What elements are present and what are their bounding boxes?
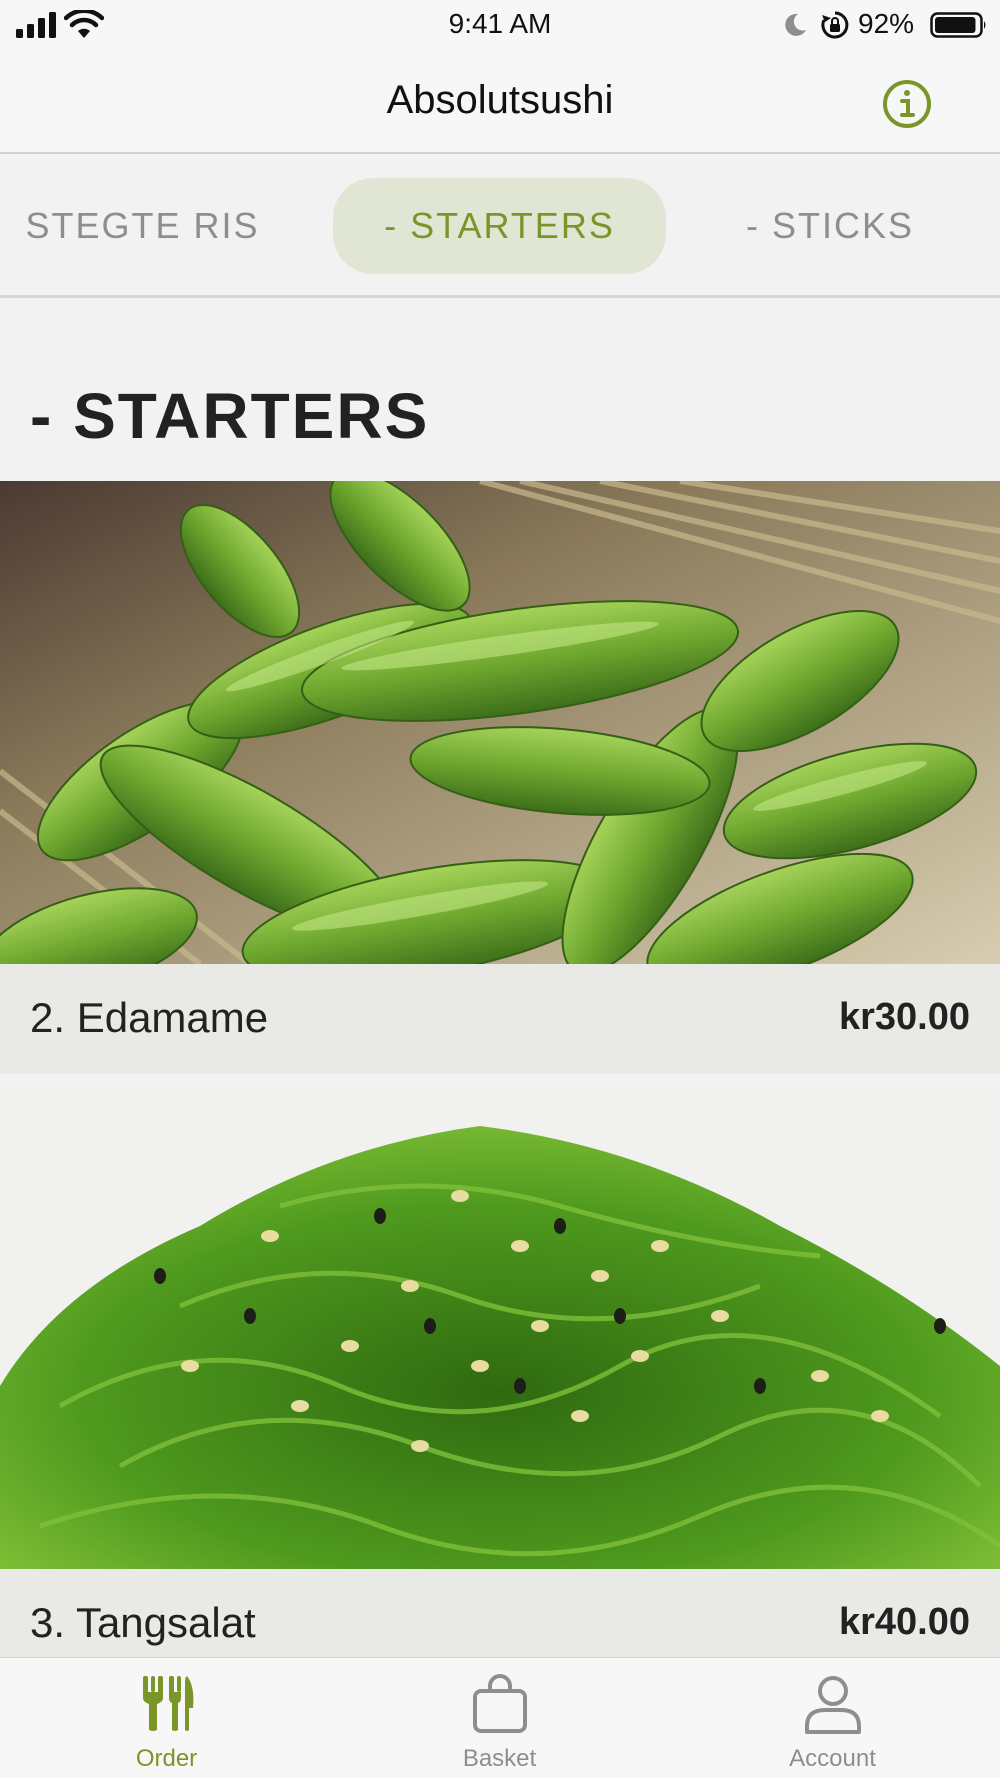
fork-knife-icon — [143, 1676, 194, 1731]
bottom-tab-bar: Order Basket Account — [0, 1657, 1000, 1778]
status-bar: 9:41 AM 92% — [0, 0, 1000, 50]
navigation-bar: Absolutsushi — [0, 50, 1000, 154]
tab-order-label: Order — [135, 1745, 198, 1772]
tab-basket-label: Basket — [462, 1745, 537, 1772]
info-icon[interactable] — [882, 79, 932, 129]
tab-order[interactable]: Order — [0, 1658, 333, 1778]
person-icon — [805, 1676, 861, 1734]
tangsalat-photo — [0, 1086, 1000, 1569]
category-tab-sticks[interactable]: - STICKS — [690, 178, 970, 274]
item-price: kr40.00 — [838, 1601, 970, 1643]
category-tab-starters[interactable]: - STARTERS — [333, 178, 666, 274]
tab-basket[interactable]: Basket — [333, 1658, 666, 1778]
battery-percent: 92% — [858, 8, 915, 39]
shopping-bag-icon — [473, 1674, 527, 1733]
menu-item-tangsalat[interactable]: 3. Tangsalat kr40.00 — [0, 1086, 1000, 1679]
edamame-photo — [0, 481, 1000, 964]
battery-icon — [930, 12, 986, 38]
menu-item-edamame[interactable]: 2. Edamame kr30.00 — [0, 481, 1000, 1074]
status-time: 9:41 AM — [448, 8, 552, 39]
item-name: 3. Tangsalat — [30, 1599, 256, 1646]
rotation-lock-icon — [821, 11, 849, 39]
section-header: - STARTERS — [0, 301, 1000, 481]
category-tab-stegte-ris[interactable]: STEGTE RIS — [0, 178, 285, 274]
item-name: 2. Edamame — [30, 994, 269, 1041]
page-title: Absolutsushi — [386, 78, 614, 122]
menu-item-info: 2. Edamame kr30.00 — [0, 964, 1000, 1074]
moon-icon — [785, 13, 806, 36]
tab-account[interactable]: Account — [666, 1658, 999, 1778]
category-tabs: STEGTE RIS - STARTERS - STICKS — [0, 156, 1000, 298]
item-price: kr30.00 — [838, 996, 970, 1038]
tab-account-label: Account — [789, 1745, 876, 1772]
section-title: - STARTERS — [30, 380, 430, 452]
